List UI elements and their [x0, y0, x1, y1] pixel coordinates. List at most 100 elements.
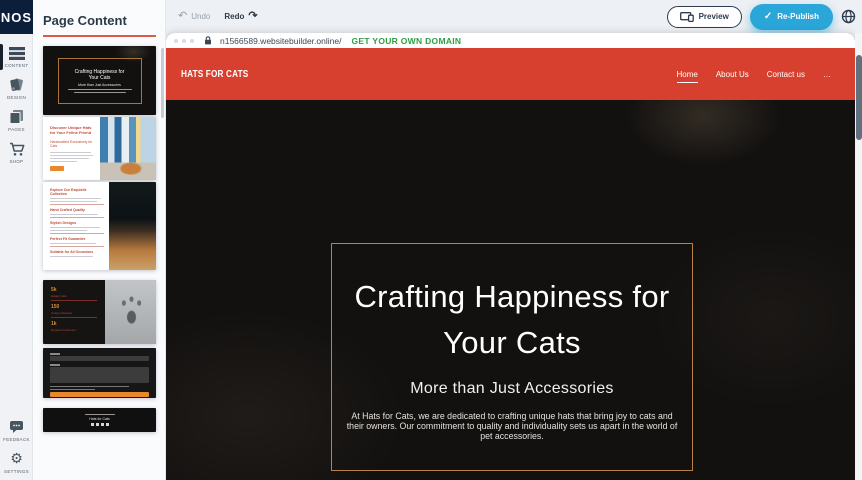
sidebar-item-label: SETTINGS [4, 469, 29, 474]
preview-label: Preview [699, 12, 729, 21]
hero-description: At Hats for Cats, we are dedicated to cr… [343, 411, 681, 441]
toolbar-right-group: Preview ✓ Re-Publish [667, 4, 862, 30]
thumb-text-bar [50, 389, 95, 390]
sidebar-item-label: PAGES [8, 127, 25, 132]
republish-button[interactable]: ✓ Re-Publish [750, 4, 833, 30]
thumb-split-subheading: Handcrafted Exclusively for Cats [50, 140, 95, 148]
thumb-text-bar [68, 89, 132, 90]
sidebar-bottom: FEEDBACK ⚙ SETTINGS [0, 414, 33, 478]
section-thumbnail-hero[interactable]: Crafting Happiness for Your Cats More th… [43, 46, 156, 115]
sidebar-item-shop[interactable]: SHOP [0, 136, 33, 168]
sidebar-item-feedback[interactable]: FEEDBACK [0, 414, 33, 446]
pages-icon [8, 110, 25, 124]
window-dots [174, 39, 194, 43]
undo-button[interactable]: ↶ Undo [178, 11, 210, 22]
redo-button[interactable]: Redo ↷ [224, 11, 257, 22]
thumb-text-bar [50, 155, 93, 156]
thumb-features-text: Explore Our Exquisite Collection Hand Cr… [43, 182, 109, 270]
thumb-form-textarea [50, 367, 149, 383]
site-url[interactable]: n1566589.websitebuilder.online/ [220, 36, 341, 46]
thumb-text-bar [50, 158, 89, 159]
undo-icon: ↶ [178, 11, 187, 22]
ionos-logo: IONOS [0, 0, 33, 34]
thumb-form-submit-button [50, 392, 149, 397]
thumb-stats-text: 5k Happy Cats 150 Unique Designs 1k Repe… [43, 280, 105, 344]
editor-toolbar: ↶ Undo Redo ↷ Preview ✓ Re-Publish [166, 0, 862, 33]
thumb-text-bar [74, 92, 126, 93]
globe-icon[interactable] [841, 9, 856, 24]
thumb-text-bar [85, 414, 115, 415]
section-thumbnail-split[interactable]: Discover Unique Hats for Your Feline Fri… [43, 117, 156, 180]
browser-chrome-bar: n1566589.websitebuilder.online/ GET YOUR… [166, 33, 855, 48]
sidebar-item-label: CONTENT [5, 63, 29, 68]
nav-more-ellipsis[interactable]: … [823, 66, 831, 83]
hero-section: Crafting Happiness for Your Cats More th… [166, 100, 855, 480]
check-icon: ✓ [764, 12, 772, 22]
stat-divider [51, 317, 97, 318]
thumb-cat-poster-photo [100, 117, 157, 180]
sidebar-nav: CONTENT DESIGN PAGES SHOP [0, 40, 32, 168]
thumb-footer-text: Hats for Cats [89, 417, 109, 421]
feedback-icon [8, 420, 25, 434]
thumb-cat-closeup-photo [109, 182, 156, 270]
thumb-hero-title: Crafting Happiness for Your Cats [75, 69, 125, 81]
design-icon [8, 78, 25, 92]
thumb-text-bar [50, 386, 129, 387]
sidebar-item-design[interactable]: DESIGN [0, 72, 33, 104]
active-indicator [0, 44, 3, 70]
redo-label: Redo [224, 12, 244, 21]
section-thumbnail-stats[interactable]: 5k Happy Cats 150 Unique Designs 1k Repe… [43, 280, 156, 344]
hero-subtitle: More than Just Accessories [410, 380, 613, 398]
thumb-feature-heading: Explore Our Exquisite Collection [50, 188, 104, 196]
thumb-split-heading: Discover Unique Hats for Your Feline Fri… [50, 125, 95, 135]
site-logo[interactable]: HATS FOR CATS [181, 69, 248, 80]
thumb-hero-subtitle: More than Just Accessories [78, 83, 121, 87]
stat-value: 150 [51, 304, 97, 310]
nav-link-about[interactable]: About Us [716, 66, 749, 83]
thumb-social-icons [91, 423, 109, 426]
canvas-scrollbar-thumb[interactable] [856, 55, 862, 140]
stat-divider [51, 300, 97, 301]
panel-title: Page Content [43, 13, 165, 28]
thumb-paw-print-photo [105, 280, 156, 344]
sidebar-item-content[interactable]: CONTENT [0, 40, 33, 72]
republish-label: Re-Publish [777, 12, 819, 21]
sidebar-item-pages[interactable]: PAGES [0, 104, 33, 136]
preview-button[interactable]: Preview [667, 6, 742, 28]
thumb-text-bar [50, 152, 91, 153]
settings-gear-icon: ⚙ [8, 452, 25, 466]
thumb-cta-button [50, 166, 64, 171]
thumb-hero-box: Crafting Happiness for Your Cats More th… [58, 58, 142, 104]
sidebar-item-label: FEEDBACK [3, 437, 30, 442]
panel-title-rule [43, 35, 156, 37]
thumb-feature-heading: Perfect Fit Guarantee [50, 237, 104, 241]
thumb-split-text: Discover Unique Hats for Your Feline Fri… [43, 117, 100, 180]
canvas-scrollbar-track [855, 33, 862, 480]
thumb-feature-heading: Hand Crafted Quality [50, 208, 104, 212]
nav-link-home[interactable]: Home [677, 66, 698, 83]
thumb-form-label [50, 364, 60, 366]
sidebar-item-settings[interactable]: ⚙ SETTINGS [0, 446, 33, 478]
panel-scrollbar[interactable] [161, 48, 164, 118]
sidebar: IONOS CONTENT DESIGN PAGES [0, 0, 33, 480]
site-header: HATS FOR CATS Home About Us Contact us … [166, 48, 855, 100]
hero-title: Crafting Happiness for Your Cats [354, 274, 669, 366]
section-thumbnail-contact-form[interactable] [43, 348, 156, 398]
app-window: IONOS CONTENT DESIGN PAGES [0, 0, 862, 480]
stat-value: 1k [51, 321, 97, 327]
get-domain-link[interactable]: GET YOUR OWN DOMAIN [351, 36, 461, 46]
stat-label: Unique Designs [51, 311, 97, 315]
lock-icon [204, 36, 212, 45]
undo-label: Undo [191, 12, 210, 21]
stat-label: Repeat Customers [51, 328, 97, 332]
content-icon [8, 46, 25, 60]
section-thumbnail-features[interactable]: Explore Our Exquisite Collection Hand Cr… [43, 182, 156, 270]
section-thumbnail-footer[interactable]: Hats for Cats [43, 408, 156, 432]
hero-text-box[interactable]: Crafting Happiness for Your Cats More th… [331, 243, 693, 471]
thumb-form-label [50, 353, 60, 355]
nav-link-contact[interactable]: Contact us [767, 66, 805, 83]
shop-cart-icon [8, 142, 25, 156]
site-preview-canvas: n1566589.websitebuilder.online/ GET YOUR… [166, 33, 855, 480]
thumb-feature-heading: Suitable for All Occasions [50, 250, 104, 254]
sidebar-item-label: DESIGN [7, 95, 26, 100]
